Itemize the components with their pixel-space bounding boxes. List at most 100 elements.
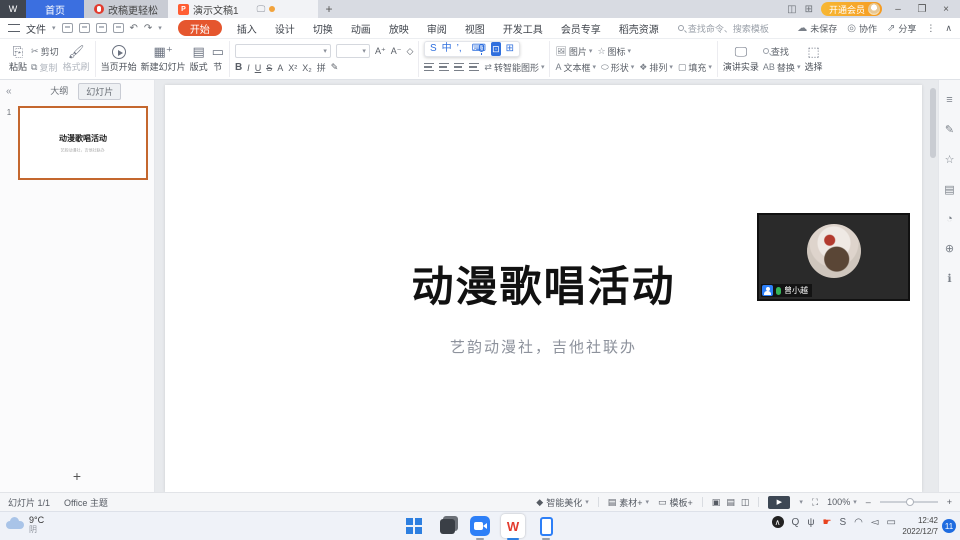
collaborate-button[interactable]: ◎协作 bbox=[847, 22, 877, 35]
strike-button[interactable]: S bbox=[266, 63, 272, 73]
rehearse-button[interactable]: 🖵演讲实录 bbox=[723, 45, 759, 73]
slide-thumbnail[interactable]: 动漫歌唱活动 艺韵动漫社，吉他社联办 bbox=[18, 106, 148, 180]
sidebar-tool-icon[interactable]: ☆ bbox=[945, 153, 955, 166]
tray-icon[interactable]: Q bbox=[792, 517, 800, 528]
layout-button[interactable]: ▤版式 bbox=[190, 45, 208, 73]
reading-layout-icon[interactable]: ◫ bbox=[787, 4, 796, 15]
align-right-icon[interactable] bbox=[454, 63, 464, 71]
sidebar-tool-icon[interactable]: ⊕ bbox=[945, 242, 954, 255]
highlight-button[interactable]: ✎ bbox=[331, 62, 339, 73]
grow-font-button[interactable]: A⁺ bbox=[375, 46, 386, 57]
subscript-button[interactable]: X₂ bbox=[302, 63, 312, 73]
justify-icon[interactable] bbox=[469, 63, 479, 71]
export-icon[interactable] bbox=[79, 23, 90, 33]
close-button[interactable]: × bbox=[938, 4, 954, 15]
fit-slide-button[interactable]: ⛶ bbox=[812, 497, 818, 508]
copy-button[interactable]: ⧉复制 bbox=[31, 61, 59, 74]
tab-slides[interactable]: 幻灯片 bbox=[78, 83, 121, 100]
present-screen-icon[interactable]: 🖵 bbox=[257, 4, 266, 15]
sidebar-tool-icon[interactable]: ℹ bbox=[947, 272, 951, 285]
tab-document[interactable]: P 演示文稿1 🖵 bbox=[168, 0, 318, 18]
phone-link-button[interactable] bbox=[534, 514, 558, 538]
ribbon-tab[interactable]: 动画 bbox=[342, 21, 380, 36]
underline-button[interactable]: U bbox=[255, 63, 262, 73]
view-mode-icon[interactable]: ▤ bbox=[726, 497, 735, 508]
new-tab-button[interactable]: + bbox=[318, 0, 340, 18]
input-bar-icon[interactable]: ⊡ bbox=[491, 42, 501, 56]
slideshow-play-button[interactable]: ▶ bbox=[768, 496, 790, 509]
ribbon-tab[interactable]: 切换 bbox=[304, 21, 342, 36]
find-button[interactable]: 查找 bbox=[763, 45, 801, 58]
tray-icon[interactable]: ☛ bbox=[822, 517, 831, 528]
zoom-out-button[interactable]: – bbox=[866, 497, 871, 507]
collapse-ribbon-icon[interactable]: ∧ bbox=[945, 23, 952, 34]
restore-button[interactable]: ❐ bbox=[914, 4, 930, 15]
font-size-select[interactable]: ▾ bbox=[336, 44, 370, 58]
sidebar-tool-icon[interactable]: ◔ bbox=[946, 213, 953, 225]
taskbar-clock[interactable]: 12:42 2022/12/7 bbox=[902, 515, 938, 537]
preview-icon[interactable] bbox=[113, 23, 124, 33]
share-button[interactable]: ⇗分享 bbox=[887, 22, 916, 35]
ribbon-tab[interactable]: 插入 bbox=[228, 21, 266, 36]
view-mode-icon[interactable]: ◫ bbox=[741, 497, 750, 508]
arrange-button[interactable]: ❖排列▾ bbox=[639, 61, 673, 74]
collapse-panel-icon[interactable]: « bbox=[6, 86, 12, 97]
tab-list-icon[interactable]: ⊞ bbox=[805, 4, 813, 15]
meeting-app-button[interactable] bbox=[468, 514, 492, 538]
menu-icon[interactable] bbox=[8, 24, 20, 32]
bold-button[interactable]: B bbox=[235, 62, 242, 73]
icon-library-button[interactable]: ☆图标▾ bbox=[597, 45, 631, 58]
wps-logo[interactable]: W bbox=[0, 0, 26, 18]
zoom-level[interactable]: 100%▾ bbox=[827, 497, 857, 507]
tab-promo[interactable]: 改稿更轻松 bbox=[84, 0, 168, 18]
replace-button[interactable]: AB替换▾ bbox=[763, 61, 801, 74]
textbox-button[interactable]: A文本框▾ bbox=[555, 61, 596, 74]
tray-icon[interactable]: ∧ bbox=[772, 516, 784, 528]
template-plus-button[interactable]: ▭模板+ bbox=[658, 496, 693, 509]
more-menu-icon[interactable]: ⋮ bbox=[926, 23, 935, 34]
fill-button[interactable]: ▢填充▾ bbox=[678, 61, 712, 74]
play-current-button[interactable]: 当页开始 bbox=[101, 45, 137, 73]
sogou-input-bar[interactable]: S中’,⌨⊡⊞ bbox=[424, 41, 520, 57]
material-plus-button[interactable]: ▤素材+▾ bbox=[608, 496, 649, 509]
scrollbar-thumb[interactable] bbox=[930, 88, 936, 158]
cut-button[interactable]: ✂剪切 bbox=[31, 45, 59, 58]
zoom-slider[interactable] bbox=[880, 501, 938, 503]
sidebar-tool-icon[interactable]: ▤ bbox=[944, 183, 954, 196]
ribbon-tab[interactable]: 开发工具 bbox=[494, 21, 552, 36]
clear-format-icon[interactable]: ◇ bbox=[406, 46, 413, 57]
sidebar-tool-icon[interactable]: ≡ bbox=[946, 94, 952, 106]
user-avatar[interactable] bbox=[868, 3, 880, 15]
ribbon-tab[interactable]: 设计 bbox=[266, 21, 304, 36]
start-button[interactable] bbox=[402, 514, 426, 538]
tab-home[interactable]: 首页 bbox=[26, 0, 84, 18]
add-slide-button[interactable]: + bbox=[0, 468, 154, 484]
wps-app-button[interactable]: W bbox=[501, 514, 525, 538]
section-button[interactable]: ▭节 bbox=[212, 45, 224, 73]
notification-badge[interactable]: 11 bbox=[942, 519, 956, 533]
superscript-button[interactable]: X² bbox=[288, 63, 297, 73]
sync-status[interactable]: ☁未保存 bbox=[797, 22, 837, 35]
print-icon[interactable] bbox=[96, 23, 107, 33]
ribbon-tab[interactable]: 稻壳资源 bbox=[610, 21, 668, 36]
smart-beautify-button[interactable]: ◆智能美化▾ bbox=[536, 496, 588, 509]
tray-icon[interactable]: ψ bbox=[807, 517, 814, 528]
vertical-scrollbar[interactable] bbox=[929, 84, 936, 482]
member-pill[interactable]: 开通会员 bbox=[821, 2, 882, 16]
shape-button[interactable]: ⬭形状▾ bbox=[601, 61, 634, 74]
save-icon[interactable] bbox=[62, 23, 73, 33]
meeting-camera-overlay[interactable]: 曾小越 bbox=[757, 213, 910, 301]
tab-outline[interactable]: 大纲 bbox=[46, 83, 72, 100]
minimize-button[interactable]: – bbox=[890, 4, 906, 15]
input-bar-icon[interactable]: 中 bbox=[442, 42, 452, 56]
select-button[interactable]: ⬚选择 bbox=[804, 45, 822, 73]
italic-button[interactable]: I bbox=[247, 63, 250, 73]
ribbon-tab[interactable]: 放映 bbox=[380, 21, 418, 36]
tray-icon[interactable]: ◅ bbox=[871, 517, 879, 528]
font-name-select[interactable]: ▾ bbox=[235, 44, 331, 58]
zoom-slider-knob[interactable] bbox=[906, 498, 914, 506]
sidebar-tool-icon[interactable]: ✎ bbox=[945, 123, 954, 136]
view-mode-icon[interactable]: ▣ bbox=[712, 497, 721, 508]
shrink-font-button[interactable]: A⁻ bbox=[391, 46, 402, 57]
paste-button[interactable]: ⎘粘贴 bbox=[9, 45, 27, 73]
